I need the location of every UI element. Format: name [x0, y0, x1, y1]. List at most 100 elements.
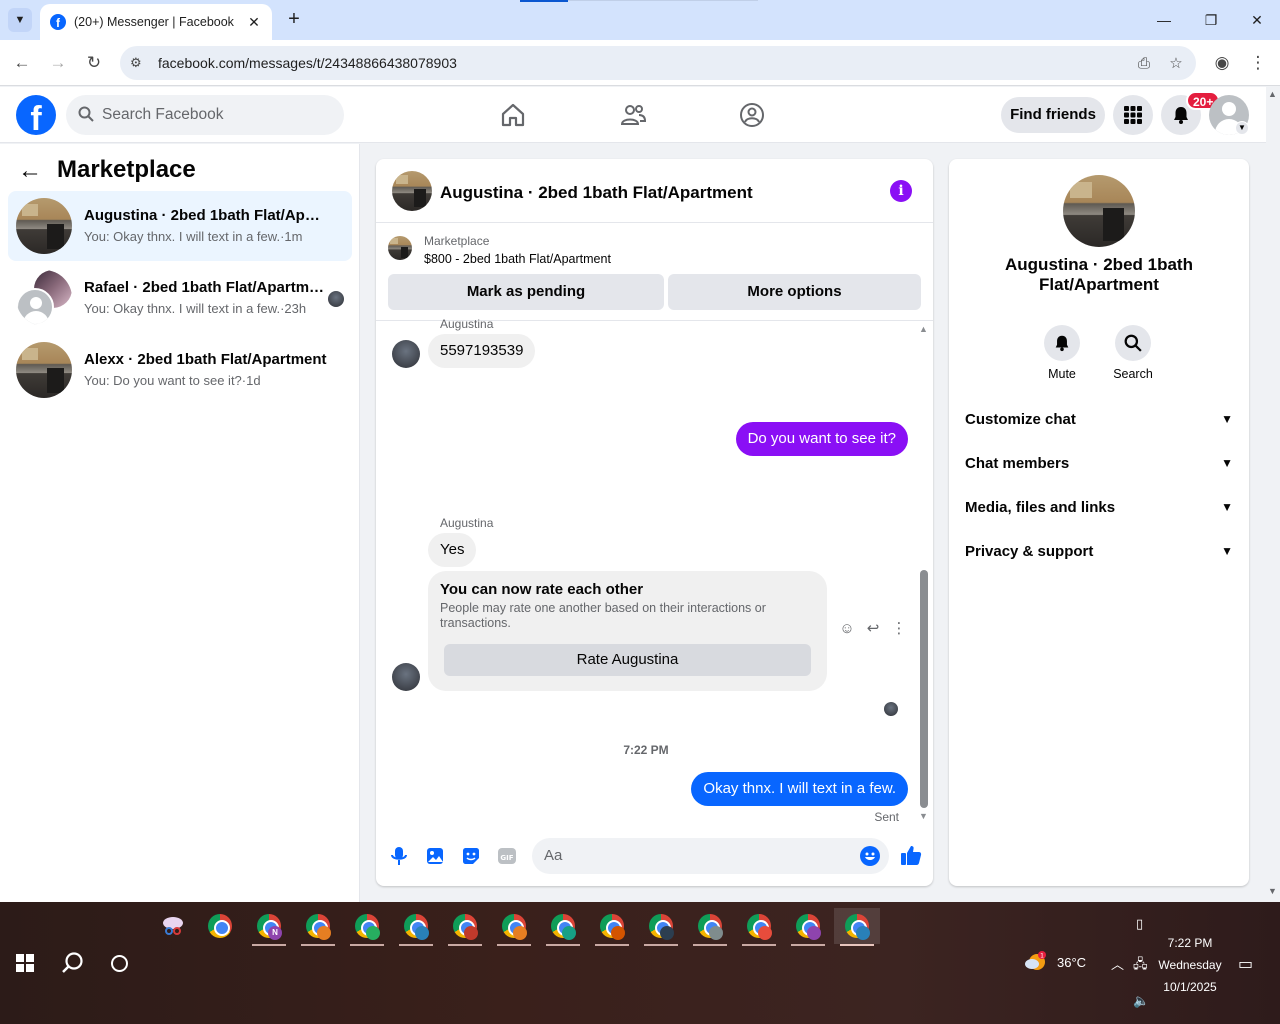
page-scroll-down-arrow-icon[interactable]: ▼: [1268, 886, 1277, 896]
snipping-tool-icon[interactable]: [150, 908, 196, 944]
customize-chat-row[interactable]: Customize chat ▼: [957, 398, 1241, 442]
browser-tab-bar: ▼ f (20+) Messenger | Facebook ✕ + — ❐ ✕: [0, 0, 1280, 40]
react-emoji-icon[interactable]: ☺: [836, 620, 858, 637]
browser-menu-icon[interactable]: ⋮: [1246, 51, 1270, 75]
rate-augustina-button[interactable]: Rate Augustina: [444, 644, 811, 676]
info-icon[interactable]: i: [890, 180, 912, 202]
svg-text:1: 1: [1040, 953, 1044, 960]
reload-icon[interactable]: ↻: [82, 51, 106, 75]
weather-icon[interactable]: 1: [1024, 950, 1048, 974]
mute-button[interactable]: Mute: [1027, 325, 1097, 381]
groups-icon[interactable]: [738, 101, 766, 129]
chrome-profile-icon[interactable]: [736, 908, 782, 946]
back-arrow-icon[interactable]: ←: [10, 51, 34, 75]
address-bar[interactable]: ⚙ facebook.com/messages/t/24348866438078…: [120, 46, 1196, 80]
chrome-icon[interactable]: [197, 908, 243, 944]
system-clock[interactable]: 7:22 PM Wednesday 10/1/2025: [1150, 932, 1230, 998]
back-arrow-icon[interactable]: ←: [18, 158, 44, 184]
chrome-profile-icon[interactable]: [344, 908, 390, 946]
message-input[interactable]: Aa: [532, 838, 889, 874]
chat-avatar[interactable]: [392, 171, 432, 211]
restore-button[interactable]: ❐: [1199, 8, 1223, 32]
chrome-profile-icon[interactable]: [589, 908, 635, 946]
forward-arrow-icon[interactable]: →: [46, 51, 70, 75]
bookmark-star-icon[interactable]: ☆: [1164, 54, 1188, 72]
conversation-item[interactable]: Rafael · 2bed 1bath Flat/Apartment You: …: [8, 263, 352, 333]
sticker-icon[interactable]: [460, 845, 482, 867]
contact-avatar[interactable]: [1063, 175, 1135, 247]
new-tab-button[interactable]: +: [282, 8, 306, 32]
account-chevron-down-icon[interactable]: ▼: [1235, 121, 1249, 135]
volume-icon[interactable]: 🔈: [1133, 993, 1149, 1009]
chrome-profile-icon[interactable]: [540, 908, 586, 946]
chrome-profile-icon[interactable]: [687, 908, 733, 946]
friends-icon[interactable]: [619, 101, 647, 129]
conversation-item[interactable]: Augustina · 2bed 1bath Flat/Apartment Yo…: [8, 191, 352, 261]
message-bubble-outgoing[interactable]: Do you want to see it?: [735, 422, 908, 456]
show-hidden-icons-icon[interactable]: ︿: [1111, 954, 1124, 973]
photo-icon[interactable]: [424, 845, 446, 867]
sender-avatar[interactable]: [392, 663, 420, 691]
search-placeholder: Search Facebook: [102, 106, 224, 123]
taskbar-search-icon[interactable]: [60, 950, 86, 976]
media-files-links-row[interactable]: Media, files and links ▼: [957, 486, 1241, 530]
chrome-profile-icon[interactable]: [295, 908, 341, 946]
cortana-icon[interactable]: [111, 955, 128, 972]
chrome-profile-icon-active[interactable]: [834, 908, 880, 946]
more-actions-icon[interactable]: ⋮: [888, 619, 910, 637]
tab-close-icon[interactable]: ✕: [246, 14, 262, 31]
chrome-profile-icon[interactable]: [393, 908, 439, 946]
thumbs-up-icon[interactable]: [899, 843, 922, 865]
mark-as-pending-button[interactable]: Mark as pending: [388, 274, 664, 310]
message-bubble-incoming[interactable]: Yes: [428, 533, 477, 567]
profile-icon[interactable]: ◉: [1210, 51, 1234, 75]
tab-strip-line: [568, 0, 758, 1]
tab-search-dropdown-icon[interactable]: ▼: [8, 8, 32, 32]
close-window-button[interactable]: ✕: [1245, 8, 1269, 32]
page-scroll-up-arrow-icon[interactable]: ▲: [1268, 89, 1277, 99]
chevron-down-icon: ▼: [1221, 544, 1233, 558]
chat-scrollbar[interactable]: [920, 570, 928, 808]
scroll-up-arrow-icon[interactable]: ▲: [919, 324, 928, 334]
browser-tab-messenger[interactable]: f (20+) Messenger | Facebook ✕: [40, 4, 272, 40]
reply-icon[interactable]: ↩: [862, 619, 884, 637]
facebook-search-input[interactable]: Search Facebook: [66, 95, 344, 135]
url-text[interactable]: facebook.com/messages/t/2434886643807890…: [158, 55, 1132, 71]
home-icon[interactable]: [499, 101, 527, 129]
microphone-icon[interactable]: [388, 845, 410, 867]
windows-start-icon[interactable]: [16, 954, 34, 972]
chrome-profile-icon[interactable]: [491, 908, 537, 946]
menu-grid-icon[interactable]: [1113, 95, 1153, 135]
site-info-icon[interactable]: ⚙: [130, 55, 146, 71]
message-list[interactable]: ▲ Augustina 5597193539 Do you want to se…: [376, 317, 933, 824]
notification-center-icon[interactable]: ▭: [1238, 954, 1253, 974]
message-bubble-outgoing[interactable]: Okay thnx. I will text in a few.: [691, 772, 908, 806]
find-friends-button[interactable]: Find friends: [1001, 97, 1105, 133]
temperature-text[interactable]: 36°C: [1057, 955, 1086, 970]
network-icon[interactable]: 🖧: [1133, 955, 1148, 977]
chrome-profile-icon[interactable]: [785, 908, 831, 946]
privacy-support-row[interactable]: Privacy & support ▼: [957, 530, 1241, 574]
conversation-item[interactable]: Alexx · 2bed 1bath Flat/Apartment You: D…: [8, 335, 352, 405]
conversation-avatar: [16, 342, 72, 398]
bell-icon: [1044, 325, 1080, 361]
chrome-profile-icon[interactable]: [442, 908, 488, 946]
chrome-profile-icon[interactable]: [638, 908, 684, 946]
chat-members-row[interactable]: Chat members ▼: [957, 442, 1241, 486]
chrome-profile-icon[interactable]: N: [246, 908, 292, 946]
chat-title[interactable]: Augustina · 2bed 1bath Flat/Apartment: [440, 183, 753, 203]
gif-icon[interactable]: GIF: [496, 845, 518, 867]
emoji-icon[interactable]: [860, 846, 880, 866]
facebook-logo-icon[interactable]: f: [16, 95, 56, 135]
minimize-button[interactable]: —: [1152, 8, 1176, 32]
install-app-icon[interactable]: ⎙: [1132, 55, 1156, 72]
listing-title[interactable]: $800 - 2bed 1bath Flat/Apartment: [424, 252, 611, 266]
conversation-preview: You: Do you want to see it?·1d: [84, 373, 261, 388]
tablet-mode-icon[interactable]: ▯: [1136, 916, 1143, 932]
scroll-down-arrow-icon[interactable]: ▼: [919, 811, 928, 821]
message-bubble-incoming[interactable]: 5597193539: [428, 334, 536, 368]
search-in-chat-button[interactable]: Search: [1098, 325, 1168, 381]
listing-thumbnail[interactable]: [388, 236, 412, 260]
more-options-button[interactable]: More options: [668, 274, 921, 310]
sender-avatar[interactable]: [392, 340, 420, 368]
